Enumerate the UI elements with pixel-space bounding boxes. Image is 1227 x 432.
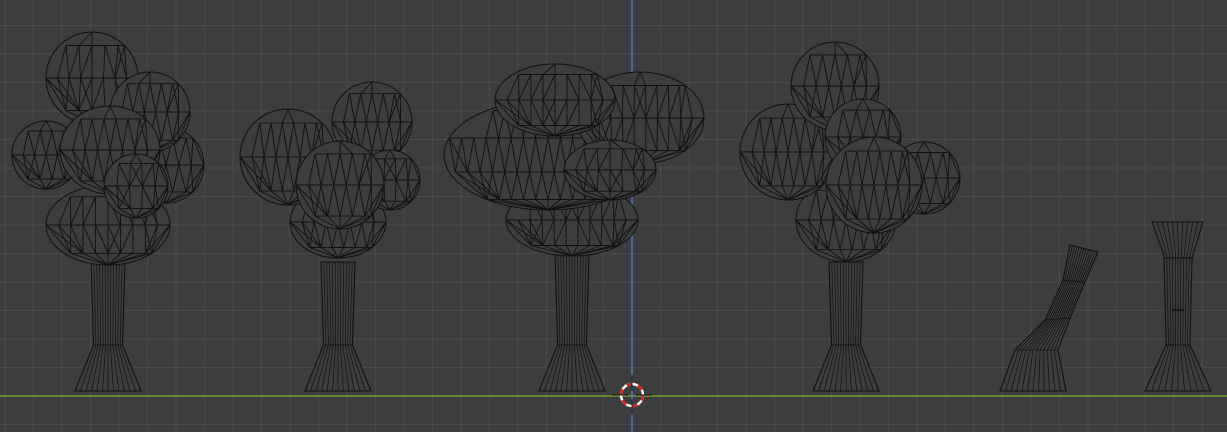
tree-3-mesh[interactable] bbox=[443, 63, 705, 392]
viewport-scene[interactable] bbox=[0, 0, 1227, 432]
bent-trunk-mesh[interactable] bbox=[999, 244, 1099, 392]
straight-trunk-mesh[interactable] bbox=[1144, 221, 1212, 392]
tree-1-mesh[interactable] bbox=[11, 31, 205, 392]
3d-viewport[interactable] bbox=[0, 0, 1227, 432]
tree-2-mesh[interactable] bbox=[239, 81, 421, 392]
